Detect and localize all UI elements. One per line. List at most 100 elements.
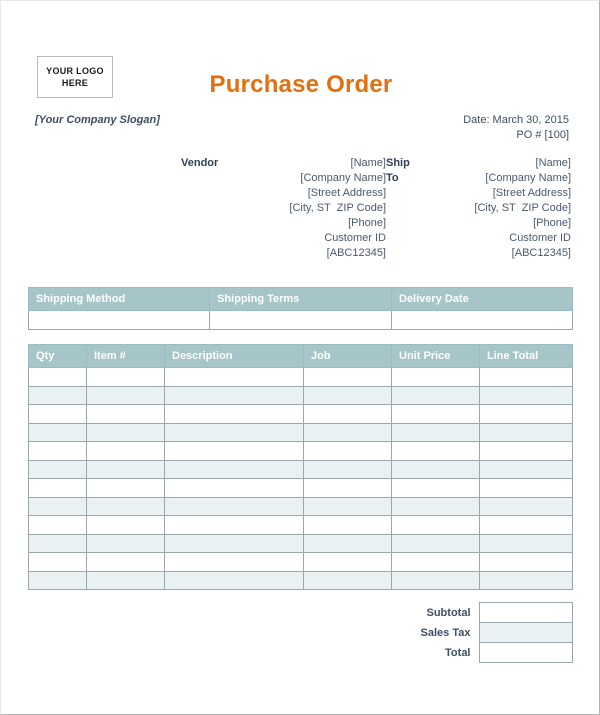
- ship-to-line-customer-id-value: [ABC12345]: [511, 247, 571, 259]
- vendor-line-customer-id-label: Customer ID: [324, 232, 386, 244]
- job-cell[interactable]: [303, 515, 392, 535]
- item-number-cell[interactable]: [86, 422, 165, 442]
- qty-cell[interactable]: [28, 478, 87, 498]
- totals-value[interactable]: [478, 602, 573, 623]
- item-number-cell[interactable]: [86, 533, 165, 553]
- qty-cell[interactable]: [28, 533, 87, 553]
- job-cell[interactable]: [303, 385, 392, 405]
- qty-cell[interactable]: [28, 367, 87, 387]
- qty-cell[interactable]: [28, 515, 87, 535]
- qty-cell[interactable]: [28, 422, 87, 442]
- unit-price-cell[interactable]: [391, 441, 480, 461]
- vendor-label: Vendor: [181, 157, 219, 169]
- line-total-cell[interactable]: [479, 570, 573, 590]
- job-cell[interactable]: [303, 570, 392, 590]
- qty-cell[interactable]: [28, 496, 87, 516]
- table-row: [28, 478, 573, 498]
- table-row: [28, 459, 573, 479]
- line-total-cell[interactable]: [479, 478, 573, 498]
- qty-cell[interactable]: [28, 552, 87, 572]
- document-meta: Date: March 30, 2015 PO # [100]: [463, 113, 569, 143]
- unit-price-cell[interactable]: [391, 385, 480, 405]
- qty-header: Qty: [28, 344, 87, 368]
- unit-price-cell[interactable]: [391, 459, 480, 479]
- delivery-date-cell[interactable]: [391, 310, 573, 330]
- unit-price-cell[interactable]: [391, 367, 480, 387]
- description-cell[interactable]: [164, 533, 304, 553]
- job-cell[interactable]: [303, 533, 392, 553]
- table-row: [28, 367, 573, 387]
- shipping-table-body: [28, 310, 573, 330]
- line-total-cell[interactable]: [479, 422, 573, 442]
- job-cell[interactable]: [303, 459, 392, 479]
- job-cell[interactable]: [303, 404, 392, 424]
- item-number-cell[interactable]: [86, 496, 165, 516]
- shipping-terms-header: Shipping Terms: [209, 287, 392, 311]
- qty-cell[interactable]: [28, 385, 87, 405]
- description-cell[interactable]: [164, 441, 304, 461]
- description-cell[interactable]: [164, 385, 304, 405]
- job-header: Job: [303, 344, 392, 368]
- purchase-order-page: YOUR LOGO HERE Purchase Order [Your Comp…: [0, 0, 600, 715]
- job-cell[interactable]: [303, 441, 392, 461]
- unit-price-cell[interactable]: [391, 570, 480, 590]
- line-total-cell[interactable]: [479, 515, 573, 535]
- item-number-cell[interactable]: [86, 515, 165, 535]
- unit-price-cell[interactable]: [391, 422, 480, 442]
- job-cell[interactable]: [303, 422, 392, 442]
- totals-value[interactable]: [478, 622, 573, 643]
- line-total-cell[interactable]: [479, 552, 573, 572]
- totals-table: Subtotal Sales Tax Total: [28, 602, 573, 663]
- items-table-header-row: Qty Item # Description Job Unit Price Li…: [28, 344, 573, 368]
- line-total-cell[interactable]: [479, 367, 573, 387]
- line-total-cell[interactable]: [479, 496, 573, 516]
- item-number-cell[interactable]: [86, 367, 165, 387]
- description-cell[interactable]: [164, 515, 304, 535]
- po-number: PO # [100]: [516, 129, 569, 141]
- unit-price-cell[interactable]: [391, 496, 480, 516]
- unit-price-cell[interactable]: [391, 533, 480, 553]
- description-cell[interactable]: [164, 367, 304, 387]
- line-total-header: Line Total: [479, 344, 573, 368]
- line-total-cell[interactable]: [479, 441, 573, 461]
- item-number-cell[interactable]: [86, 478, 165, 498]
- description-cell[interactable]: [164, 459, 304, 479]
- shipping-terms-cell[interactable]: [209, 310, 392, 330]
- qty-cell[interactable]: [28, 404, 87, 424]
- item-number-cell[interactable]: [86, 459, 165, 479]
- description-cell[interactable]: [164, 552, 304, 572]
- item-number-cell[interactable]: [86, 441, 165, 461]
- unit-price-cell[interactable]: [391, 515, 480, 535]
- item-number-cell[interactable]: [86, 385, 165, 405]
- item-number-cell[interactable]: [86, 570, 165, 590]
- description-cell[interactable]: [164, 478, 304, 498]
- job-cell[interactable]: [303, 552, 392, 572]
- shipping-table-header-row: Shipping Method Shipping Terms Delivery …: [28, 287, 573, 311]
- item-number-cell[interactable]: [86, 552, 165, 572]
- unit-price-header: Unit Price: [391, 344, 480, 368]
- table-row: [28, 422, 573, 442]
- shipping-method-header: Shipping Method: [28, 287, 210, 311]
- job-cell[interactable]: [303, 478, 392, 498]
- description-cell[interactable]: [164, 570, 304, 590]
- item-number-cell[interactable]: [86, 404, 165, 424]
- line-total-cell[interactable]: [479, 385, 573, 405]
- unit-price-cell[interactable]: [391, 478, 480, 498]
- description-cell[interactable]: [164, 404, 304, 424]
- unit-price-cell[interactable]: [391, 552, 480, 572]
- line-total-cell[interactable]: [479, 404, 573, 424]
- description-cell[interactable]: [164, 422, 304, 442]
- qty-cell[interactable]: [28, 441, 87, 461]
- qty-cell[interactable]: [28, 570, 87, 590]
- job-cell[interactable]: [303, 496, 392, 516]
- shipping-method-cell[interactable]: [28, 310, 210, 330]
- job-cell[interactable]: [303, 367, 392, 387]
- description-cell[interactable]: [164, 496, 304, 516]
- vendor-line-customer-id-value: [ABC12345]: [326, 247, 386, 259]
- qty-cell[interactable]: [28, 459, 87, 479]
- line-total-cell[interactable]: [479, 533, 573, 553]
- line-total-cell[interactable]: [479, 459, 573, 479]
- unit-price-cell[interactable]: [391, 404, 480, 424]
- totals-row: Total: [28, 642, 573, 663]
- totals-value[interactable]: [478, 642, 573, 663]
